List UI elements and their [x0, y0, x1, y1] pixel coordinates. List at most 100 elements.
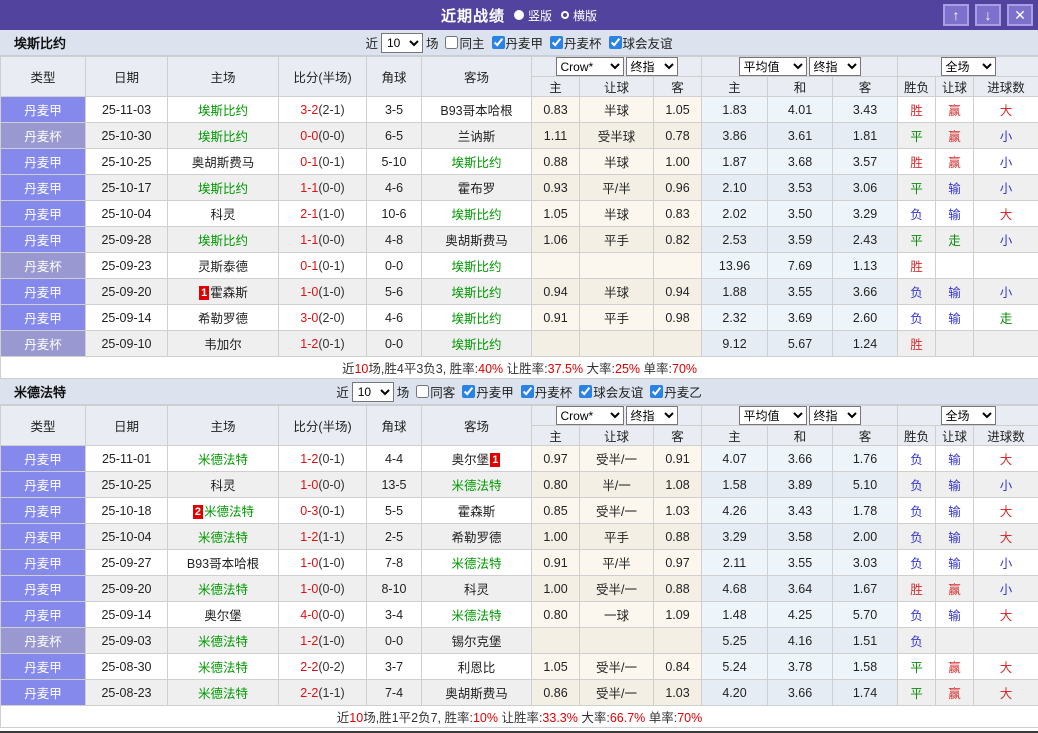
fulltime-score: 1-0 — [300, 581, 319, 596]
odds-cell-2: 0.88 — [652, 523, 703, 550]
match-row: 丹麦甲 25-09-14 奥尔堡 4-0(0-0) 3-4 米德法特 0.80 一球 1.09 1… — [0, 601, 1038, 628]
titlebar: 近期战绩 竖版 横版 ↑ ↓ ✕ — [0, 0, 1038, 30]
home-team-cell: 2 米德法特 — [167, 497, 279, 524]
fulltime-score: 2-2 — [300, 659, 319, 674]
same-venue-filter[interactable]: 同主 — [441, 33, 485, 52]
period-select[interactable]: 全场 — [940, 57, 996, 76]
odds-stage-select[interactable]: 终指 — [625, 406, 678, 425]
avg-odds-cell-1: 3.43 — [767, 497, 834, 524]
move-up-button[interactable]: ↑ — [943, 4, 969, 26]
result-cell-0: 负 — [897, 200, 937, 227]
same-venue-filter[interactable]: 同客 — [412, 382, 455, 401]
league-checkbox-2[interactable] — [579, 385, 593, 398]
col-header-3: 比分(半场) — [278, 405, 367, 446]
corner-cell: 4-4 — [366, 445, 422, 472]
league-checkbox-1[interactable] — [550, 36, 564, 49]
match-type-cell: 丹麦甲 — [0, 278, 86, 305]
result-cell-2 — [973, 330, 1038, 357]
league-checkbox-0[interactable] — [491, 36, 505, 49]
avg-stage-select[interactable]: 终指 — [808, 57, 861, 76]
odds-cell-1: 受半/一 — [579, 653, 654, 680]
league-checkbox-1[interactable] — [520, 385, 534, 398]
league-filter-2[interactable]: 球会友谊 — [605, 33, 673, 52]
result-cell-2: 大 — [973, 96, 1038, 123]
match-row: 丹麦甲 25-09-28 埃斯比约 1-1(0-0) 4-8 奥胡斯费马 1.06 平手 0.8… — [0, 226, 1038, 253]
layout-radio-vertical[interactable]: 竖版 — [513, 7, 552, 24]
league-checkbox-2[interactable] — [608, 36, 622, 49]
odds-cell-0 — [531, 252, 580, 279]
avg-source-select[interactable]: 平均值 — [738, 406, 807, 425]
league-checkbox-3[interactable] — [650, 385, 664, 398]
league-filter-0[interactable]: 丹麦甲 — [458, 382, 514, 401]
score-cell: 2-2(1-1) — [278, 679, 367, 706]
same-venue-checkbox[interactable] — [445, 36, 459, 49]
away-team-name: 米德法特 — [451, 609, 502, 623]
result-cell-1: 赢 — [935, 122, 975, 149]
same-venue-checkbox[interactable] — [416, 385, 430, 398]
avg-odds-cell-0: 3.86 — [701, 122, 769, 149]
match-filter: 近 10 场 同客 丹麦甲 丹麦杯 球会友谊 丹麦乙 — [336, 381, 702, 402]
result-cell-2: 大 — [973, 523, 1038, 550]
odds-cell-2: 1.09 — [652, 601, 703, 628]
home-team-cell: 1 霍森斯 — [167, 278, 279, 305]
odds-cell-0: 1.05 — [531, 200, 580, 227]
avg-odds-cell-1: 3.78 — [767, 653, 834, 680]
match-type-cell: 丹麦甲 — [0, 653, 86, 680]
fulltime-score: 0-3 — [300, 503, 319, 518]
away-team-cell: 埃斯比约 — [421, 278, 532, 305]
sub-header-3: 主 — [701, 425, 769, 446]
home-team-name: 奥尔堡 — [204, 609, 242, 623]
odds-cell-0: 1.06 — [531, 226, 580, 253]
score-cell: 0-1(0-1) — [278, 148, 367, 175]
layout-radio-horizontal[interactable]: 横版 — [561, 7, 597, 24]
period-select[interactable]: 全场 — [940, 406, 996, 425]
home-team-cell: 埃斯比约 — [167, 226, 279, 253]
odds-cell-2: 0.88 — [652, 575, 703, 602]
radio-unselected-icon — [561, 11, 569, 19]
match-row: 丹麦甲 25-10-25 奥胡斯费马 0-1(0-1) 5-10 埃斯比约 0.88 半球 1.… — [0, 148, 1038, 175]
odds-stage-select[interactable]: 终指 — [625, 57, 678, 76]
match-count-select[interactable]: 10 — [351, 381, 394, 402]
odds-company-select[interactable]: Crow* — [555, 57, 624, 76]
halftime-score: (2-1) — [318, 102, 345, 117]
odds-cell-2: 1.08 — [652, 471, 703, 498]
sections-container: 埃斯比约近 10 场同主 丹麦甲 丹麦杯 球会友谊 类型 日期 主场 比分(半场) 角球 客场 Crow… — [0, 30, 1038, 728]
odds-cell-0: 0.80 — [531, 471, 580, 498]
odds-company-select[interactable]: Crow* — [555, 406, 624, 425]
league-filter-1[interactable]: 丹麦杯 — [546, 33, 602, 52]
home-team-cell: B93哥本哈根 — [167, 549, 279, 576]
corner-cell: 8-10 — [366, 575, 422, 602]
avg-odds-cell-2: 1.78 — [832, 497, 899, 524]
match-row: 丹麦杯 25-10-30 埃斯比约 0-0(0-0) 6-5 兰讷斯 1.11 受半球 0.78… — [0, 122, 1038, 149]
match-type-cell: 丹麦甲 — [0, 96, 86, 123]
away-team-cell: 埃斯比约 — [421, 252, 532, 279]
result-cell-0: 负 — [897, 523, 937, 550]
league-filter-3[interactable]: 丹麦乙 — [646, 382, 702, 401]
move-down-button[interactable]: ↓ — [975, 4, 1001, 26]
avg-odds-cell-2: 1.13 — [832, 252, 899, 279]
avg-stage-select[interactable]: 终指 — [808, 406, 861, 425]
sub-header-5: 客 — [832, 425, 899, 446]
league-filter-1[interactable]: 丹麦杯 — [517, 382, 572, 401]
halftime-score: (0-0) — [318, 180, 345, 195]
avg-odds-cell-0: 9.12 — [701, 330, 769, 357]
league-filter-2[interactable]: 球会友谊 — [575, 382, 643, 401]
avg-odds-cell-0: 1.83 — [701, 96, 769, 123]
away-team-cell: 埃斯比约 — [421, 148, 532, 175]
fulltime-score: 0-0 — [300, 128, 319, 143]
match-count-select[interactable]: 10 — [380, 32, 423, 53]
league-checkbox-0[interactable] — [462, 385, 476, 398]
match-row: 丹麦甲 25-09-14 希勒罗德 3-0(2-0) 4-6 埃斯比约 0.91 平手 0.98… — [0, 304, 1038, 331]
league-filter-0[interactable]: 丹麦甲 — [488, 33, 543, 52]
odds-cell-0 — [531, 330, 580, 357]
away-team-cell: 锡尔克堡 — [421, 627, 532, 654]
away-team-cell: B93哥本哈根 — [421, 96, 532, 123]
close-button[interactable]: ✕ — [1007, 4, 1033, 26]
result-cell-0: 胜 — [897, 148, 937, 175]
away-team-name: 奥尔堡 — [451, 453, 490, 467]
avg-source-select[interactable]: 平均值 — [738, 57, 807, 76]
avg-odds-cell-0: 1.87 — [701, 148, 769, 175]
corner-cell: 4-6 — [366, 304, 422, 331]
sub-header-6: 胜负 — [897, 76, 937, 97]
home-team-cell: 埃斯比约 — [167, 122, 279, 149]
